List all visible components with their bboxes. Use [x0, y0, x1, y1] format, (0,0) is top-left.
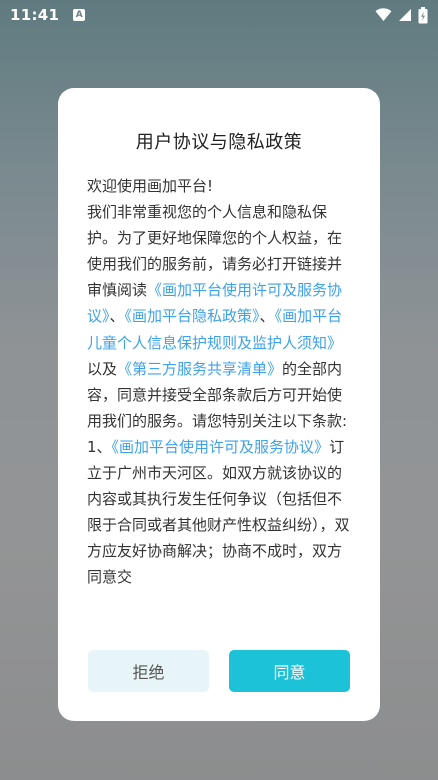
status-icons [375, 6, 428, 24]
privacy-policy-link[interactable]: 《画加平台隐私政策》 [125, 307, 260, 325]
greeting-text: 欢迎使用画加平台! [87, 177, 214, 195]
status-bar: 11:41 A [0, 0, 438, 30]
third-party-list-link[interactable]: 《第三方服务共享清单》 [117, 360, 282, 378]
clause-1-service-agreement-link[interactable]: 《画加平台使用许可及服务协议》 [112, 438, 330, 456]
signal-icon [399, 9, 411, 21]
agree-button[interactable]: 同意 [229, 650, 350, 692]
dialog-body-scroll[interactable]: 欢迎使用画加平台! 我们非常重视您的个人信息和隐私保护。为了更好地保障您的个人权… [87, 173, 351, 698]
dialog-button-row: 拒绝 同意 [88, 650, 350, 692]
battery-icon [418, 6, 428, 23]
clause-1: 1、《画加平台使用许可及服务协议》订立于广州市天河区。如双方就该协议的内容或其执… [87, 434, 351, 591]
wifi-icon [375, 8, 392, 21]
agreement-paragraph: 我们非常重视您的个人信息和隐私保护。为了更好地保障您的个人权益，在使用我们的服务… [87, 199, 351, 434]
status-time: 11:41 [10, 6, 60, 24]
reject-button[interactable]: 拒绝 [88, 650, 209, 692]
notification-a-icon: A [73, 9, 86, 21]
separator-text: 、 [259, 307, 275, 326]
separator-text: 、 [109, 307, 125, 326]
dialog-title: 用户协议与隐私政策 [135, 132, 303, 153]
clause-1-text: 订立于广州市天河区。如双方就该协议的内容或其执行发生任何争议（包括但不限于合同或… [87, 437, 350, 587]
clause-1-prefix: 1、 [87, 437, 112, 456]
connector-text: 以及 [87, 359, 118, 378]
agreement-dialog: 用户协议与隐私政策 欢迎使用画加平台! 我们非常重视您的个人信息和隐私保护。为了… [58, 88, 380, 721]
